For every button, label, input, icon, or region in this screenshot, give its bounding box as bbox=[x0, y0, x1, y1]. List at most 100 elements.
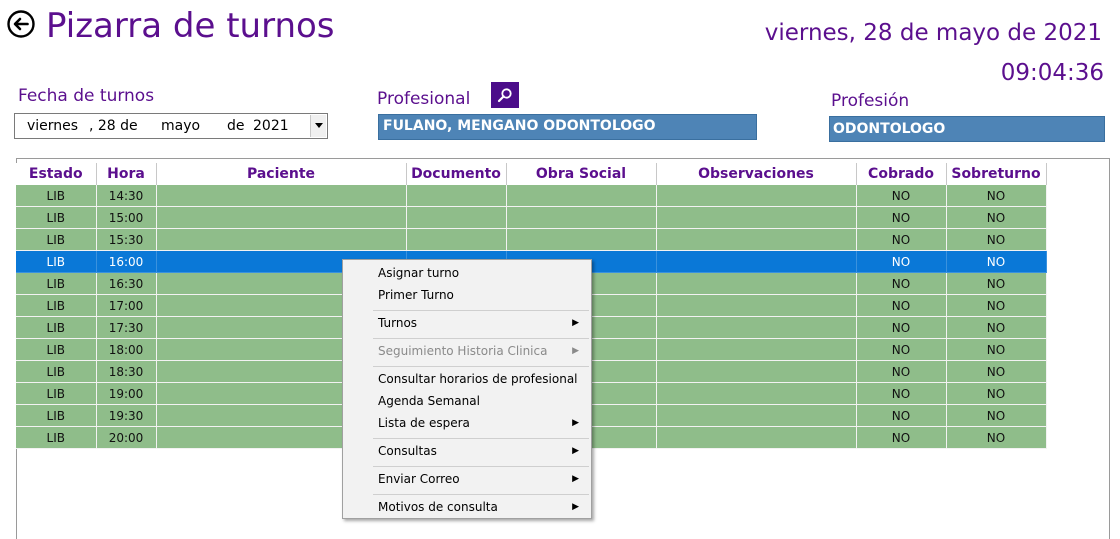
cell-observaciones[interactable] bbox=[656, 316, 857, 339]
cell-cobrado[interactable]: NO bbox=[856, 272, 947, 295]
cell-sobreturno[interactable]: NO bbox=[946, 250, 1047, 273]
column-header-obra-social[interactable]: Obra Social bbox=[506, 163, 657, 185]
date-weekday[interactable]: viernes bbox=[27, 118, 78, 134]
cell-paciente[interactable] bbox=[156, 185, 407, 207]
cell-cobrado[interactable]: NO bbox=[856, 250, 947, 273]
date-picker[interactable]: viernes , 28 de mayo de 2021 bbox=[14, 113, 328, 139]
menu-item-consultas[interactable]: Consultas bbox=[378, 444, 437, 458]
menu-item-seguimiento-historia-clinica[interactable]: Seguimiento Historia Clinica bbox=[378, 344, 547, 358]
cell-cobrado[interactable]: NO bbox=[856, 338, 947, 361]
cell-observaciones[interactable] bbox=[656, 426, 857, 449]
cell-hora[interactable]: 18:00 bbox=[96, 338, 157, 361]
cell-paciente[interactable] bbox=[156, 228, 407, 251]
table-row[interactable]: LIB 15:30 NO NO bbox=[16, 228, 1047, 251]
cell-cobrado[interactable]: NO bbox=[856, 185, 947, 207]
column-header-estado[interactable]: Estado bbox=[16, 163, 97, 185]
date-dropdown-button[interactable] bbox=[310, 115, 326, 137]
column-header-cobrado[interactable]: Cobrado bbox=[856, 163, 947, 185]
cell-hora[interactable]: 16:30 bbox=[96, 272, 157, 295]
profesional-field[interactable]: FULANO, MENGANO ODONTOLOGO bbox=[378, 114, 757, 140]
cell-hora[interactable]: 19:30 bbox=[96, 404, 157, 427]
menu-item-agenda-semanal[interactable]: Agenda Semanal bbox=[378, 394, 480, 408]
cell-hora[interactable]: 17:00 bbox=[96, 294, 157, 317]
cell-cobrado[interactable]: NO bbox=[856, 316, 947, 339]
menu-item-consultar-horarios[interactable]: Consultar horarios de profesional bbox=[378, 372, 578, 386]
cell-estado[interactable]: LIB bbox=[16, 404, 97, 427]
cell-cobrado[interactable]: NO bbox=[856, 426, 947, 449]
cell-cobrado[interactable]: NO bbox=[856, 206, 947, 229]
cell-estado[interactable]: LIB bbox=[16, 250, 97, 273]
cell-estado[interactable]: LIB bbox=[16, 426, 97, 449]
cell-estado[interactable]: LIB bbox=[16, 206, 97, 229]
cell-cobrado[interactable]: NO bbox=[856, 382, 947, 405]
cell-estado[interactable]: LIB bbox=[16, 382, 97, 405]
table-row[interactable]: LIB 14:30 NO NO bbox=[16, 185, 1047, 207]
menu-item-enviar-correo[interactable]: Enviar Correo bbox=[378, 472, 460, 486]
column-header-paciente[interactable]: Paciente bbox=[156, 163, 407, 185]
cell-observaciones[interactable] bbox=[656, 382, 857, 405]
cell-cobrado[interactable]: NO bbox=[856, 228, 947, 251]
cell-estado[interactable]: LIB bbox=[16, 228, 97, 251]
cell-observaciones[interactable] bbox=[656, 294, 857, 317]
cell-obra-social[interactable] bbox=[506, 206, 657, 229]
cell-observaciones[interactable] bbox=[656, 404, 857, 427]
cell-sobreturno[interactable]: NO bbox=[946, 294, 1047, 317]
cell-paciente[interactable] bbox=[156, 206, 407, 229]
cell-estado[interactable]: LIB bbox=[16, 294, 97, 317]
cell-sobreturno[interactable]: NO bbox=[946, 185, 1047, 207]
menu-item-primer-turno[interactable]: Primer Turno bbox=[378, 288, 454, 302]
cell-hora[interactable]: 19:00 bbox=[96, 382, 157, 405]
cell-sobreturno[interactable]: NO bbox=[946, 382, 1047, 405]
cell-cobrado[interactable]: NO bbox=[856, 294, 947, 317]
cell-sobreturno[interactable]: NO bbox=[946, 404, 1047, 427]
cell-estado[interactable]: LIB bbox=[16, 338, 97, 361]
column-header-hora[interactable]: Hora bbox=[96, 163, 157, 185]
cell-cobrado[interactable]: NO bbox=[856, 360, 947, 383]
column-header-sobreturno[interactable]: Sobreturno bbox=[946, 163, 1047, 185]
cell-hora[interactable]: 18:30 bbox=[96, 360, 157, 383]
cell-estado[interactable]: LIB bbox=[16, 316, 97, 339]
cell-observaciones[interactable] bbox=[656, 206, 857, 229]
cell-obra-social[interactable] bbox=[506, 228, 657, 251]
cell-sobreturno[interactable]: NO bbox=[946, 426, 1047, 449]
cell-hora[interactable]: 14:30 bbox=[96, 185, 157, 207]
cell-hora[interactable]: 15:00 bbox=[96, 206, 157, 229]
cell-observaciones[interactable] bbox=[656, 338, 857, 361]
cell-documento[interactable] bbox=[406, 185, 507, 207]
cell-sobreturno[interactable]: NO bbox=[946, 360, 1047, 383]
menu-item-asignar-turno[interactable]: Asignar turno bbox=[378, 266, 459, 280]
date-year[interactable]: 2021 bbox=[253, 118, 289, 134]
profesional-search-button[interactable] bbox=[491, 82, 519, 108]
cell-observaciones[interactable] bbox=[656, 228, 857, 251]
cell-observaciones[interactable] bbox=[656, 272, 857, 295]
cell-hora[interactable]: 20:00 bbox=[96, 426, 157, 449]
cell-sobreturno[interactable]: NO bbox=[946, 228, 1047, 251]
cell-estado[interactable]: LIB bbox=[16, 185, 97, 207]
profesion-field[interactable]: ODONTOLOGO bbox=[829, 116, 1105, 142]
cell-sobreturno[interactable]: NO bbox=[946, 316, 1047, 339]
date-month[interactable]: mayo bbox=[161, 118, 200, 134]
cell-obra-social[interactable] bbox=[506, 185, 657, 207]
cell-hora[interactable]: 17:30 bbox=[96, 316, 157, 339]
cell-observaciones[interactable] bbox=[656, 250, 857, 273]
cell-estado[interactable]: LIB bbox=[16, 272, 97, 295]
menu-item-motivos-de-consulta[interactable]: Motivos de consulta bbox=[378, 500, 498, 514]
cell-observaciones[interactable] bbox=[656, 185, 857, 207]
menu-item-turnos[interactable]: Turnos bbox=[378, 316, 417, 330]
column-header-documento[interactable]: Documento bbox=[406, 163, 507, 185]
cell-sobreturno[interactable]: NO bbox=[946, 338, 1047, 361]
cell-cobrado[interactable]: NO bbox=[856, 404, 947, 427]
cell-sobreturno[interactable]: NO bbox=[946, 206, 1047, 229]
cell-estado[interactable]: LIB bbox=[16, 360, 97, 383]
cell-documento[interactable] bbox=[406, 206, 507, 229]
cell-observaciones[interactable] bbox=[656, 360, 857, 383]
cell-documento[interactable] bbox=[406, 228, 507, 251]
cell-hora[interactable]: 15:30 bbox=[96, 228, 157, 251]
table-row[interactable]: LIB 15:00 NO NO bbox=[16, 206, 1047, 229]
menu-item-lista-de-espera[interactable]: Lista de espera bbox=[378, 416, 470, 430]
back-button[interactable] bbox=[6, 9, 36, 39]
date-day[interactable]: , 28 de bbox=[89, 118, 138, 134]
column-header-observaciones[interactable]: Observaciones bbox=[656, 163, 857, 185]
cell-sobreturno[interactable]: NO bbox=[946, 272, 1047, 295]
cell-hora[interactable]: 16:00 bbox=[96, 250, 157, 273]
